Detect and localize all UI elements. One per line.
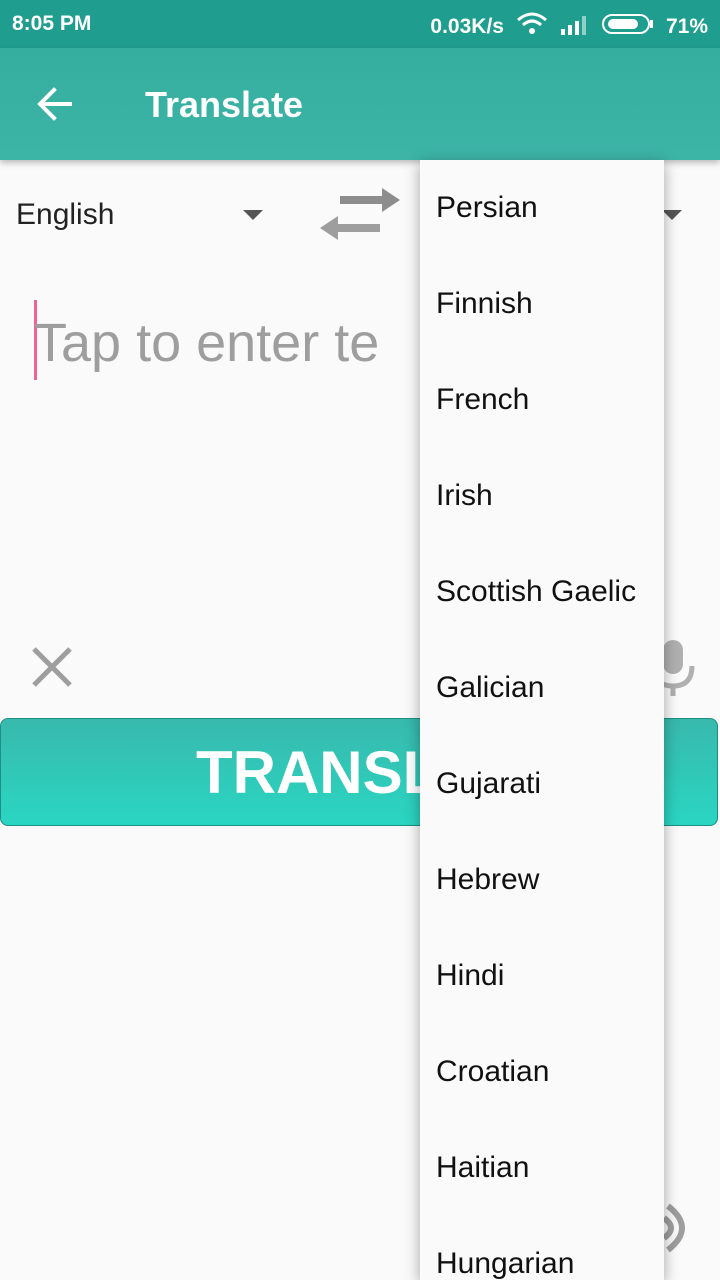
language-option-finnish[interactable]: Finnish — [420, 256, 664, 352]
back-arrow-icon — [37, 87, 72, 121]
status-time: 8:05 PM — [12, 12, 92, 35]
close-icon — [32, 647, 72, 687]
wifi-icon — [516, 12, 548, 42]
network-speed: 0.03K/s — [430, 15, 504, 38]
speaker-button[interactable] — [662, 1198, 702, 1258]
target-chevron-down-icon[interactable] — [662, 210, 682, 220]
swap-arrows-icon[interactable] — [318, 182, 402, 251]
language-option-french[interactable]: French — [420, 352, 664, 448]
speaker-icon — [662, 1203, 685, 1253]
input-placeholder: Tap to enter te — [34, 313, 380, 373]
language-option-galician[interactable]: Galician — [420, 640, 664, 736]
source-language-select[interactable]: English — [16, 198, 114, 232]
language-option-hebrew[interactable]: Hebrew — [420, 832, 664, 928]
clear-button[interactable] — [30, 645, 74, 689]
language-option-hindi[interactable]: Hindi — [420, 928, 664, 1024]
language-option-persian[interactable]: Persian — [420, 160, 664, 256]
chevron-down-icon[interactable] — [243, 210, 263, 220]
language-option-gujarati[interactable]: Gujarati — [420, 736, 664, 832]
app-bar: Translate — [0, 48, 720, 160]
battery-level: 71% — [665, 15, 708, 38]
language-option-croatian[interactable]: Croatian — [420, 1024, 664, 1120]
status-bar: 8:05 PM 0.03K/s 71% — [0, 0, 720, 48]
back-button[interactable] — [30, 78, 82, 130]
source-language-label: English — [16, 198, 115, 231]
page-title: Translate — [145, 84, 304, 125]
signal-icon — [560, 13, 590, 41]
battery-icon — [601, 13, 654, 41]
target-language-dropdown[interactable]: Persian Finnish French Irish Scottish Ga… — [420, 160, 664, 1280]
language-option-haitian[interactable]: Haitian — [420, 1120, 664, 1216]
language-option-irish[interactable]: Irish — [420, 448, 664, 544]
language-option-scottish-gaelic[interactable]: Scottish Gaelic — [420, 544, 664, 640]
translate-button-label: TRANSL — [196, 739, 440, 806]
status-right: 0.03K/s 71% — [430, 12, 708, 42]
language-option-hungarian[interactable]: Hungarian — [420, 1216, 664, 1280]
